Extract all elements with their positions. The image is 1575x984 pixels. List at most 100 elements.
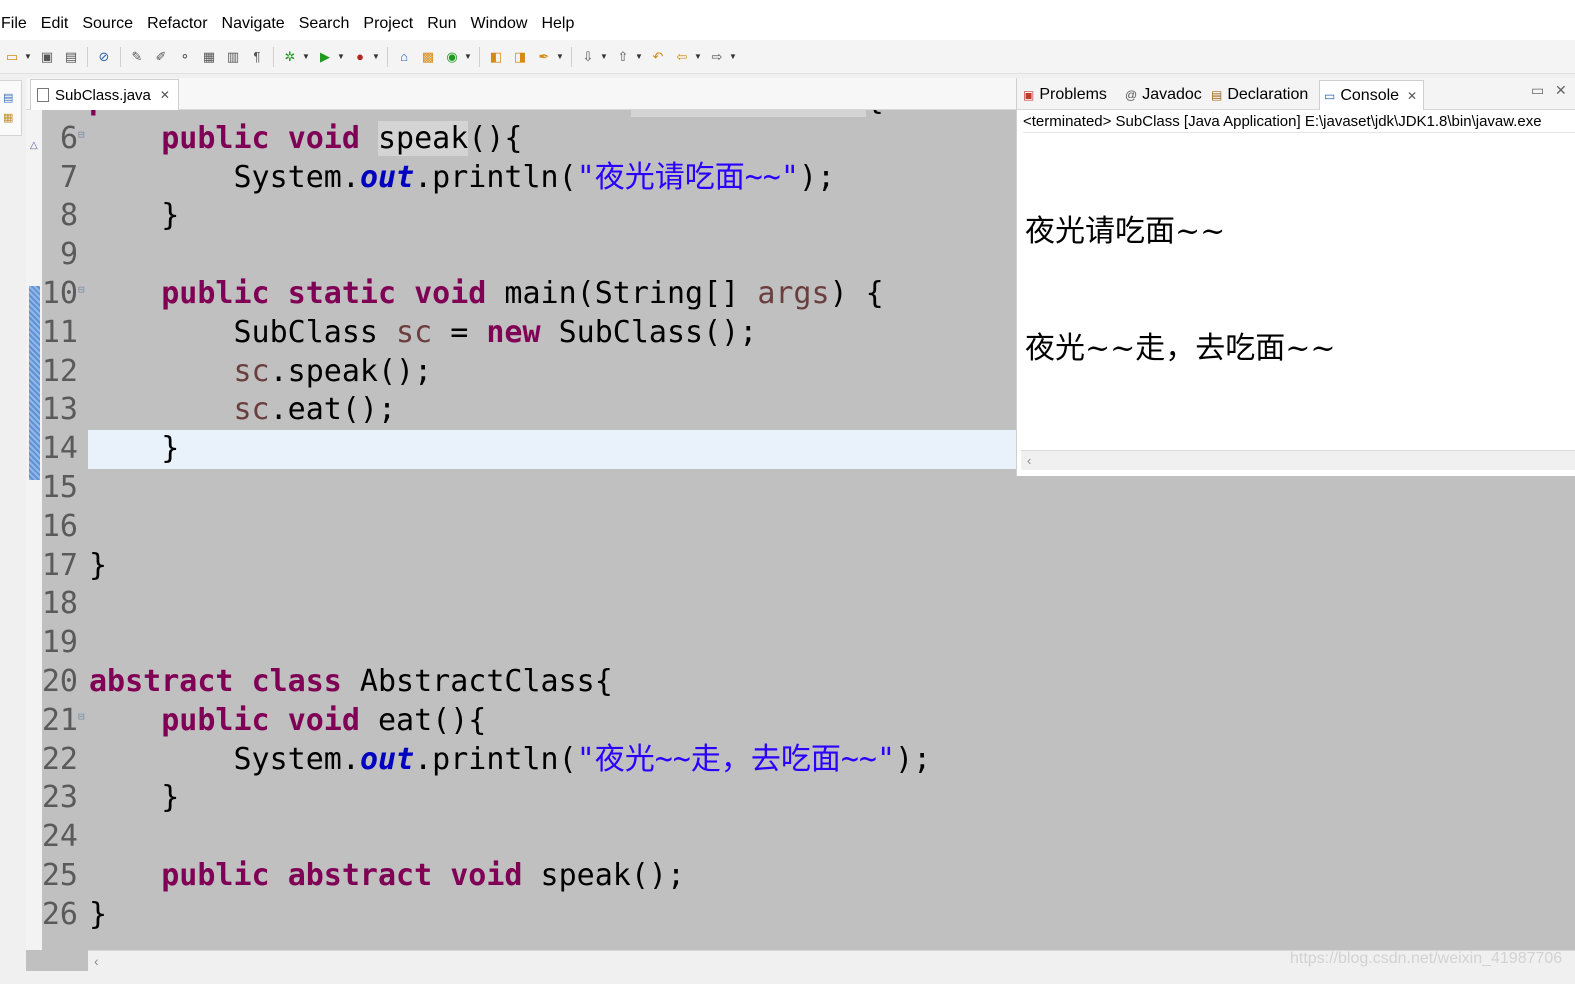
debug-icon[interactable]: ✲ — [280, 47, 300, 67]
line-number: 13 — [41, 392, 78, 428]
code-text: public static void main(String[] args) { — [161, 275, 884, 311]
menu-source[interactable]: Source — [75, 8, 140, 40]
forward-icon[interactable]: ⇨ — [707, 47, 727, 67]
show-whitespace-icon[interactable]: ¶ — [247, 47, 267, 67]
block-selection-icon[interactable]: ⚬ — [175, 47, 195, 67]
tab-console-label: Console — [1340, 86, 1400, 104]
tab-declaration[interactable]: ▤ Declaration — [1211, 80, 1308, 110]
code-line[interactable]: 23 } — [26, 779, 1575, 818]
code-line[interactable]: 25 public abstract void speak(); — [26, 857, 1575, 896]
code-line[interactable]: 26} — [26, 896, 1575, 935]
console-horizontal-scrollbar[interactable]: ‹ — [1021, 450, 1575, 470]
back-dropdown-icon[interactable]: ▼ — [693, 47, 703, 67]
toggle-comment-icon[interactable]: ▥ — [223, 47, 243, 67]
scroll-left-icon[interactable]: ‹ — [94, 951, 99, 971]
toolbar-separator — [387, 46, 388, 67]
run-icon[interactable]: ▶ — [315, 47, 335, 67]
code-line[interactable]: 22 System.out.println("夜光~~走，去吃面~~"); — [26, 741, 1575, 780]
left-trim-stack: ▤ ▦ — [0, 80, 22, 136]
tab-javadoc[interactable]: @ Javadoc — [1125, 80, 1202, 110]
line-number: 6 — [59, 120, 78, 156]
mark-occurrences-icon[interactable]: ✎ — [127, 47, 147, 67]
tab-problems-label: Problems — [1039, 86, 1107, 103]
line-number: 12 — [41, 353, 78, 389]
line-number: 26 — [41, 896, 78, 932]
menu-refactor[interactable]: Refactor — [140, 8, 214, 40]
code-line[interactable]: 18 — [26, 585, 1575, 624]
highlight-icon[interactable]: ✐ — [151, 47, 171, 67]
save-all-icon[interactable]: ▤ — [61, 47, 81, 67]
line-number: 19 — [41, 625, 78, 661]
code-text: } — [89, 547, 108, 583]
search-icon[interactable]: ✒ — [534, 47, 554, 67]
line-number: 24 — [41, 819, 78, 855]
new-icon[interactable]: ▭ — [2, 47, 22, 67]
console-output[interactable]: 夜光请吃面~~ 夜光~~走，去吃面~~ — [1025, 134, 1336, 446]
new-class-dropdown-icon[interactable]: ▼ — [463, 47, 473, 67]
declaration-icon: ▤ — [1211, 88, 1223, 102]
maximize-icon[interactable]: ✕ — [1555, 82, 1567, 99]
close-icon[interactable]: ✕ — [160, 88, 170, 102]
code-text: System.out.println("夜光~~走，去吃面~~"); — [89, 741, 932, 777]
tab-problems[interactable]: ▣ Problems — [1023, 80, 1107, 110]
code-line[interactable]: 20 abstract class AbstractClass{ — [26, 663, 1575, 702]
code-text: public abstract void speak(); — [161, 857, 686, 893]
watermark: https://blog.csdn.net/weixin_41987706 — [1290, 950, 1563, 967]
previous-annotation-dropdown-icon[interactable]: ▼ — [634, 47, 644, 67]
new-dropdown-icon[interactable]: ▼ — [23, 47, 33, 67]
close-icon[interactable]: ✕ — [1407, 89, 1417, 103]
external-tools-dropdown-icon[interactable]: ▼ — [371, 47, 381, 67]
word-wrap-icon[interactable]: ▦ — [199, 47, 219, 67]
code-line[interactable]: 19 — [26, 624, 1575, 663]
menu-window[interactable]: Window — [464, 8, 535, 40]
last-edit-location-icon[interactable]: ↶ — [648, 47, 668, 67]
forward-dropdown-icon[interactable]: ▼ — [728, 47, 738, 67]
line-number: 17 — [41, 547, 78, 583]
code-text: sc.eat(); — [233, 392, 397, 428]
menu-file[interactable]: File — [0, 8, 34, 40]
restore-view-icon[interactable]: ▤ — [3, 91, 13, 104]
toolbar-separator — [120, 46, 121, 67]
code-line[interactable]: 16 — [26, 508, 1575, 547]
new-class-icon[interactable]: ◉ — [442, 47, 462, 67]
new-package-icon[interactable]: ▩ — [418, 47, 438, 67]
new-java-project-icon[interactable]: ⌂ — [394, 47, 414, 67]
back-icon[interactable]: ⇦ — [672, 47, 692, 67]
menu-project[interactable]: Project — [356, 8, 420, 40]
next-annotation-dropdown-icon[interactable]: ▼ — [599, 47, 609, 67]
menu-navigate[interactable]: Navigate — [215, 8, 292, 40]
fold-toggle-icon[interactable]: ⊟ — [78, 275, 85, 305]
scroll-left-icon[interactable]: ‹ — [1027, 451, 1031, 471]
fold-toggle-icon[interactable]: ⊟ — [78, 120, 85, 150]
code-text: public class SubClass extends AbstractCl… — [89, 110, 884, 120]
menu-edit[interactable]: Edit — [34, 8, 76, 40]
menu-search[interactable]: Search — [292, 8, 357, 40]
code-line[interactable]: 17} — [26, 547, 1575, 586]
tab-console[interactable]: ▭ Console ✕ — [1319, 80, 1425, 110]
javadoc-icon: @ — [1125, 88, 1138, 102]
search-dropdown-icon[interactable]: ▼ — [555, 47, 565, 67]
external-tools-icon[interactable]: ● — [350, 47, 370, 67]
menu-run[interactable]: Run — [420, 8, 463, 40]
line-number: 5 — [38, 110, 78, 120]
line-number: 21 — [41, 702, 78, 738]
package-explorer-icon[interactable]: ▦ — [3, 111, 13, 124]
console-process-label: <terminated> SubClass [Java Application]… — [1023, 111, 1575, 133]
code-line[interactable]: 21 ⊟ public void eat(){ — [26, 702, 1575, 741]
code-text: } — [89, 198, 180, 234]
fold-toggle-icon[interactable]: ⊟ — [78, 702, 85, 732]
skip-breakpoints-icon[interactable]: ⊘ — [94, 47, 114, 67]
window-title-bar — [0, 0, 1575, 8]
next-annotation-icon[interactable]: ⇩ — [578, 47, 598, 67]
editor-tab-subclass-java[interactable]: SubClass.java ✕ — [30, 79, 179, 110]
previous-annotation-icon[interactable]: ⇧ — [613, 47, 633, 67]
open-type-icon[interactable]: ◧ — [486, 47, 506, 67]
debug-dropdown-icon[interactable]: ▼ — [301, 47, 311, 67]
open-task-icon[interactable]: ◨ — [510, 47, 530, 67]
code-line[interactable]: 24 — [26, 818, 1575, 857]
save-icon[interactable]: ▣ — [37, 47, 57, 67]
code-text: public void speak(){ — [161, 120, 523, 156]
menu-help[interactable]: Help — [534, 8, 581, 40]
run-dropdown-icon[interactable]: ▼ — [336, 47, 346, 67]
minimize-icon[interactable]: ▭ — [1531, 82, 1544, 99]
